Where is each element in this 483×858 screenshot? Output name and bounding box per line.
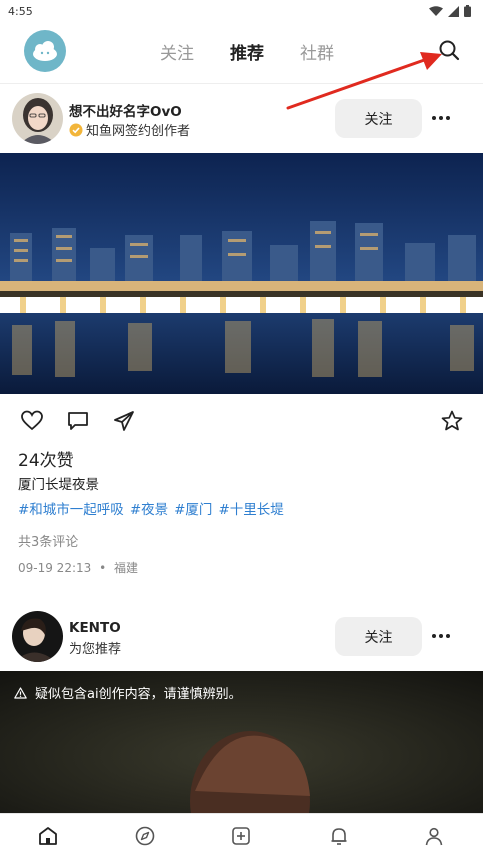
author-badge-row: 知鱼网签约创作者 [69,120,190,139]
avatar[interactable] [12,611,63,662]
hashtag-link[interactable]: #夜景 [130,498,168,518]
author-name[interactable]: 想不出好名字OvO [69,100,182,120]
tab-following[interactable]: 关注 [160,39,194,64]
post-caption: 厦门长堤夜景 [18,477,99,493]
create-plus-icon[interactable] [230,825,252,847]
author-subtitle: 知鱼网签约创作者 [86,124,191,139]
avatar-image [12,611,63,662]
likes-count[interactable]: 24次赞 [18,446,74,471]
meta-separator: • [99,561,107,575]
ai-warning-text: 疑似包含ai创作内容，请谨慎辨别。 [35,687,242,702]
cityscape-photo [0,153,483,394]
star-icon[interactable] [440,409,464,433]
post-location: 福建 [114,561,139,575]
view-comments-link[interactable]: 共3条评论 [18,531,78,550]
follow-button[interactable]: 关注 [335,617,422,656]
post-header: KENTO 为您推荐 关注 [0,602,483,670]
hashtag-link[interactable]: #和城市一起呼吸 [18,498,124,518]
ai-content-warning: 疑似包含ai创作内容，请谨慎辨别。 [14,683,242,702]
bottom-nav [0,813,483,858]
post-tags: #和城市一起呼吸 #夜景 #厦门 #十里长堤 [18,498,284,518]
wifi-icon [429,5,443,16]
signal-icon [448,5,459,17]
avatar-image [12,93,63,144]
comment-icon[interactable] [66,409,90,433]
warning-icon [14,686,27,699]
annotation-arrow [286,52,442,110]
status-time: 4:55 [8,4,33,18]
post-image[interactable] [0,153,483,394]
share-icon[interactable] [112,409,136,433]
hashtag-link[interactable]: #厦门 [174,498,212,518]
heart-icon[interactable] [20,409,44,433]
more-options-icon[interactable] [430,629,452,643]
notifications-bell-icon[interactable] [328,825,350,847]
verified-badge-icon [69,123,83,136]
profile-icon[interactable] [423,825,445,847]
discover-compass-icon[interactable] [134,825,156,847]
author-subtitle: 为您推荐 [69,642,122,657]
post-meta: 09-19 22:13 • 福建 [18,559,138,576]
author-badge-row: 为您推荐 [69,638,121,657]
home-icon[interactable] [37,825,59,847]
battery-icon [464,5,471,17]
post-actions [0,406,483,436]
author-name[interactable]: KENTO [69,620,121,636]
cloud-logo-icon [33,41,57,61]
status-bar: 4:55 [0,0,483,22]
app-logo[interactable] [24,30,66,72]
tab-recommended[interactable]: 推荐 [230,39,264,64]
avatar[interactable] [12,93,63,144]
hashtag-link[interactable]: #十里长堤 [218,498,283,518]
post-timestamp: 09-19 22:13 [18,561,92,575]
